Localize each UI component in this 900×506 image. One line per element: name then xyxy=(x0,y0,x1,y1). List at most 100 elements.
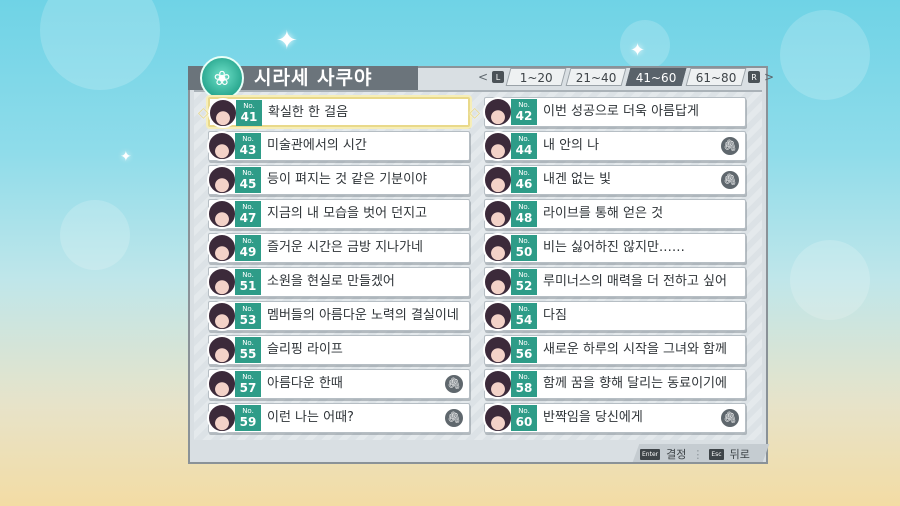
sparkle-icon: ✦ xyxy=(630,40,646,61)
episode-number: 49 xyxy=(239,245,257,259)
episode-number: 53 xyxy=(239,313,257,327)
episode-number-badge: No. 45 xyxy=(235,167,261,193)
character-avatar xyxy=(207,369,237,399)
page-tabs: < L 1~20 21~40 41~60 61~80 R > xyxy=(478,68,774,86)
character-name: 시라세 사쿠야 xyxy=(254,67,373,89)
episode-number-badge: No. 47 xyxy=(235,201,261,227)
episode-title: 이번 성공으로 더욱 아름답게 xyxy=(543,104,699,119)
character-avatar xyxy=(483,335,513,365)
episode-title: 등이 펴지는 것 같은 기분이야 xyxy=(267,172,428,187)
episode-title: 라이브를 통해 얻은 것 xyxy=(543,206,664,221)
episode-title: 비는 싫어하진 않지만…… xyxy=(543,240,685,255)
episode-card[interactable]: No.41확실한 한 걸음◇◇▽ xyxy=(198,97,480,143)
episode-card[interactable]: No. 60 반짝임을 당신에게 🖇 xyxy=(483,403,746,433)
episode-title: 다짐 xyxy=(543,308,567,323)
episode-number-badge: No. 44 xyxy=(511,133,537,159)
episode-title: 반짝임을 당신에게 xyxy=(543,410,643,425)
episode-card[interactable]: No. 48 라이브를 통해 얻은 것 xyxy=(483,199,746,229)
character-avatar xyxy=(207,233,237,263)
character-avatar xyxy=(207,301,237,331)
episode-number-badge: No. 42 xyxy=(511,99,537,125)
background-bokeh xyxy=(780,10,870,100)
selection-marker-icon: ◇ xyxy=(469,105,480,121)
episode-title: 루미너스의 매력을 더 전하고 싶어 xyxy=(543,274,727,289)
sparkle-icon: ✦ xyxy=(120,149,132,165)
character-avatar xyxy=(207,267,237,297)
tab-21-40[interactable]: 21~40 xyxy=(565,68,627,86)
character-avatar xyxy=(207,131,237,161)
episode-card[interactable]: No. 43 미술관에서의 시간 xyxy=(207,131,470,161)
character-avatar xyxy=(483,199,513,229)
episode-card[interactable]: No. 59 이런 나는 어때? 🖇 xyxy=(207,403,470,433)
episode-number: 52 xyxy=(515,279,533,293)
paperclip-icon: 🖇 xyxy=(721,171,739,189)
tab-prev-key: L xyxy=(492,71,504,83)
tab-prev-arrow-icon[interactable]: < xyxy=(478,70,488,84)
episode-card[interactable]: No. 42 이번 성공으로 더욱 아름답게 xyxy=(483,97,746,127)
episode-number-badge: No. 59 xyxy=(235,405,261,431)
episode-title: 멤버들의 아름다운 노력의 결실이네 xyxy=(267,308,459,323)
episode-number: 50 xyxy=(515,245,533,259)
episode-card[interactable]: No. 55 슬리핑 라이프 xyxy=(207,335,470,365)
episode-card[interactable]: No. 51 소원을 현실로 만들겠어 xyxy=(207,267,470,297)
episode-card[interactable]: No. 53 멤버들의 아름다운 노력의 결실이네 xyxy=(207,301,470,331)
character-avatar xyxy=(483,301,513,331)
background-bokeh xyxy=(60,200,130,270)
episode-number-badge: No. 43 xyxy=(235,133,261,159)
episode-card[interactable]: No. 45 등이 펴지는 것 같은 기분이야 xyxy=(207,165,470,195)
sparkle-icon: ✦ xyxy=(276,26,298,56)
episode-card[interactable]: No. 58 함께 꿈을 향해 달리는 동료이기에 xyxy=(483,369,746,399)
background-bokeh xyxy=(40,0,160,90)
tab-1-20[interactable]: 1~20 xyxy=(505,68,567,86)
esc-key-icon: Esc xyxy=(709,448,724,460)
episode-number-badge: No. 55 xyxy=(235,337,261,363)
episode-number-badge: No. 48 xyxy=(511,201,537,227)
episode-card[interactable]: No. 56 새로운 하루의 시작을 그녀와 함께 xyxy=(483,335,746,365)
selection-marker-icon: ◇ xyxy=(198,105,209,121)
paperclip-icon: 🖇 xyxy=(445,409,463,427)
episode-card[interactable]: No. 57 아름다운 한때 🖇 xyxy=(207,369,470,399)
episode-number: 42 xyxy=(515,109,533,123)
episode-number: 41 xyxy=(240,110,258,124)
episode-title: 이런 나는 어때? xyxy=(267,410,354,425)
back-button[interactable]: 뒤로 xyxy=(730,446,750,462)
episode-card[interactable]: No. 50 비는 싫어하진 않지만…… xyxy=(483,233,746,263)
paperclip-icon: 🖇 xyxy=(721,137,739,155)
episode-number-badge: No. 52 xyxy=(511,269,537,295)
episode-title: 즐거운 시간은 금방 지나가네 xyxy=(267,240,423,255)
paperclip-icon: 🖇 xyxy=(721,409,739,427)
episode-number: 51 xyxy=(239,279,257,293)
paperclip-icon: 🖇 xyxy=(445,375,463,393)
character-avatar xyxy=(207,335,237,365)
episode-title: 지금의 내 모습을 벗어 던지고 xyxy=(267,206,428,221)
episode-card[interactable]: No. 54 다짐 xyxy=(483,301,746,331)
episode-card[interactable]: No. 49 즐거운 시간은 금방 지나가네 xyxy=(207,233,470,263)
episode-title: 함께 꿈을 향해 달리는 동료이기에 xyxy=(543,376,727,391)
episode-number-badge: No. 49 xyxy=(235,235,261,261)
episode-card[interactable]: No. 44 내 안의 나 🖇 xyxy=(483,131,746,161)
episode-number: 55 xyxy=(239,347,257,361)
episode-title: 내겐 없는 빛 xyxy=(543,172,612,187)
tab-next-arrow-icon[interactable]: > xyxy=(764,70,774,84)
character-avatar xyxy=(483,165,513,195)
episode-card[interactable]: No. 47 지금의 내 모습을 벗어 던지고 xyxy=(207,199,470,229)
episode-number: 59 xyxy=(239,415,257,429)
episode-card[interactable]: No. 46 내겐 없는 빛 🖇 xyxy=(483,165,746,195)
character-avatar xyxy=(207,403,237,433)
unit-emblem-icon: ❀ xyxy=(200,56,244,100)
episode-title: 미술관에서의 시간 xyxy=(267,138,367,153)
episode-number: 46 xyxy=(515,177,533,191)
episode-number: 48 xyxy=(515,211,533,225)
tab-41-60[interactable]: 41~60 xyxy=(625,68,687,86)
character-avatar xyxy=(483,97,513,127)
character-avatar xyxy=(207,199,237,229)
episode-number: 47 xyxy=(239,211,257,225)
episode-number-badge: No. 60 xyxy=(511,405,537,431)
episode-card[interactable]: No. 52 루미너스의 매력을 더 전하고 싶어 xyxy=(483,267,746,297)
episode-number: 45 xyxy=(239,177,257,191)
background-bokeh xyxy=(790,240,870,320)
tab-61-80[interactable]: 61~80 xyxy=(685,68,747,86)
confirm-button[interactable]: 결정 xyxy=(666,446,686,462)
episode-title: 아름다운 한때 xyxy=(267,376,343,391)
episode-title: 소원을 현실로 만들겠어 xyxy=(267,274,395,289)
